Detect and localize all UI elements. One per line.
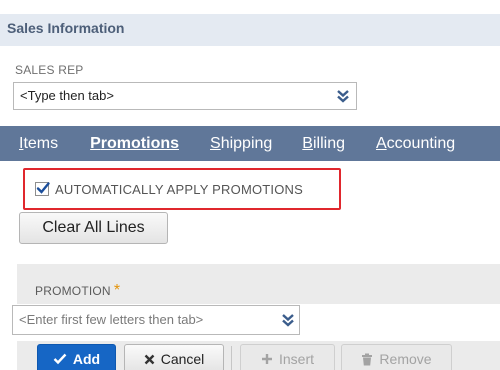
- subtab-bar: Items Promotions Shipping Billing Accoun…: [0, 126, 500, 161]
- promotion-column-label: PROMOTION: [35, 284, 111, 298]
- sales-rep-select[interactable]: <Type then tab>: [13, 82, 357, 110]
- promotion-input-placeholder: <Enter first few letters then tab>: [19, 312, 204, 327]
- required-asterisk: *: [113, 282, 121, 299]
- section-header-sales-information: Sales Information: [0, 14, 500, 46]
- tab-accounting[interactable]: Accounting: [376, 135, 455, 153]
- tab-shipping[interactable]: Shipping: [210, 135, 272, 153]
- remove-button[interactable]: Remove: [341, 344, 452, 370]
- add-button[interactable]: Add: [37, 344, 116, 370]
- checkmark-icon: [36, 182, 50, 194]
- promotion-input[interactable]: <Enter first few letters then tab>: [12, 305, 300, 335]
- add-button-label: Add: [72, 351, 101, 367]
- plus-icon: [261, 354, 272, 364]
- cancel-button-label: Cancel: [160, 351, 205, 367]
- cancel-button[interactable]: Cancel: [124, 344, 224, 370]
- auto-apply-promotions-checkbox[interactable]: [35, 182, 50, 196]
- button-divider: [231, 346, 232, 370]
- auto-apply-promotions-label: AUTOMATICALLY APPLY PROMOTIONS: [55, 181, 304, 197]
- checkmark-icon: [53, 353, 67, 365]
- promotion-column-header: PROMOTION *: [35, 282, 120, 300]
- remove-button-label: Remove: [379, 351, 432, 367]
- trash-icon: [362, 353, 373, 365]
- tab-billing[interactable]: Billing: [302, 135, 345, 153]
- double-chevron-down-icon[interactable]: [281, 313, 295, 327]
- tab-items[interactable]: Items: [19, 135, 58, 153]
- double-chevron-down-icon[interactable]: [336, 89, 350, 103]
- sales-rep-label: SALES REP: [15, 63, 84, 77]
- clear-all-lines-button[interactable]: Clear All Lines: [19, 212, 168, 244]
- insert-button-label: Insert: [278, 351, 314, 367]
- insert-button[interactable]: Insert: [240, 344, 335, 370]
- close-icon: [144, 354, 155, 364]
- sales-rep-value: <Type then tab>: [20, 88, 114, 103]
- section-title: Sales Information: [7, 20, 125, 36]
- auto-apply-promotions-row: AUTOMATICALLY APPLY PROMOTIONS: [23, 168, 341, 210]
- tab-promotions[interactable]: Promotions: [90, 135, 179, 153]
